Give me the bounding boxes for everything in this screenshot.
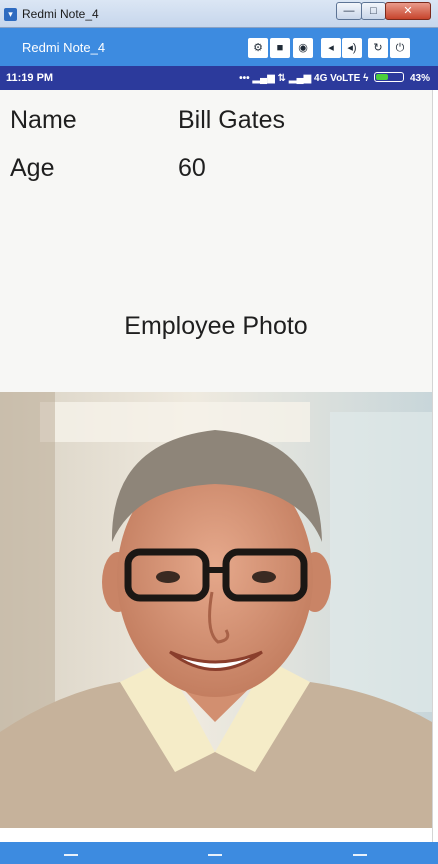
- battery-icon: [374, 72, 405, 82]
- data-arrows-icon: ⇅: [277, 73, 286, 84]
- navigation-bar: [0, 842, 438, 864]
- name-label: Name: [10, 106, 77, 134]
- close-button[interactable]: ✕: [385, 2, 431, 20]
- network-type: 4G VoLTE: [314, 73, 361, 84]
- home-icon[interactable]: [208, 854, 222, 864]
- status-bar: 11:19 PM ••• ▂▄▆ ⇅ ▂▄▆ 4G VoLTE ϟ 43%: [0, 66, 438, 90]
- app-icon[interactable]: ▾: [4, 8, 17, 21]
- photo-heading: Employee Photo: [124, 312, 308, 340]
- power-icon[interactable]: ⏻: [390, 38, 410, 58]
- battery-level: [376, 74, 389, 80]
- employee-photo: [0, 392, 432, 828]
- status-indicators: ••• ▂▄▆ ⇅ ▂▄▆ 4G VoLTE ϟ 43%: [239, 72, 430, 84]
- employee-details: Name Bill Gates Age 60 Employee Photo: [0, 90, 432, 392]
- rotate-icon[interactable]: ↻: [368, 38, 388, 58]
- minimize-button[interactable]: —: [336, 2, 362, 20]
- more-icon: •••: [239, 73, 250, 84]
- volume-down-icon[interactable]: ◂: [321, 38, 341, 58]
- window-title: Redmi Note_4: [22, 7, 99, 21]
- camera-icon[interactable]: ◉: [293, 38, 313, 58]
- window-title-bar: ▾ Redmi Note_4 — □ ✕: [0, 0, 438, 28]
- name-value: Bill Gates: [178, 106, 285, 134]
- scroll-edge: [432, 90, 438, 864]
- age-value: 60: [178, 154, 206, 182]
- battery-percent: 43%: [409, 73, 430, 84]
- charging-icon: ϟ: [363, 73, 369, 84]
- maximize-button[interactable]: □: [361, 2, 386, 20]
- signal-icon: ▂▄▆: [252, 73, 275, 84]
- emulator-toolbar: Redmi Note_4 ⚙ ■ ◉ ◂ ◂) ↻ ⏻: [0, 28, 438, 66]
- status-time: 11:19 PM: [6, 72, 54, 84]
- content-bottom-gap: [0, 828, 432, 842]
- signal-icon: ▂▄▆: [288, 73, 312, 84]
- volume-up-icon[interactable]: ◂): [342, 38, 362, 58]
- back-icon[interactable]: [64, 854, 78, 864]
- recents-icon[interactable]: [353, 854, 367, 864]
- video-record-icon[interactable]: ■: [270, 38, 290, 58]
- settings-icon[interactable]: ⚙: [248, 38, 268, 58]
- age-label: Age: [10, 154, 55, 182]
- device-name: Redmi Note_4: [22, 40, 106, 55]
